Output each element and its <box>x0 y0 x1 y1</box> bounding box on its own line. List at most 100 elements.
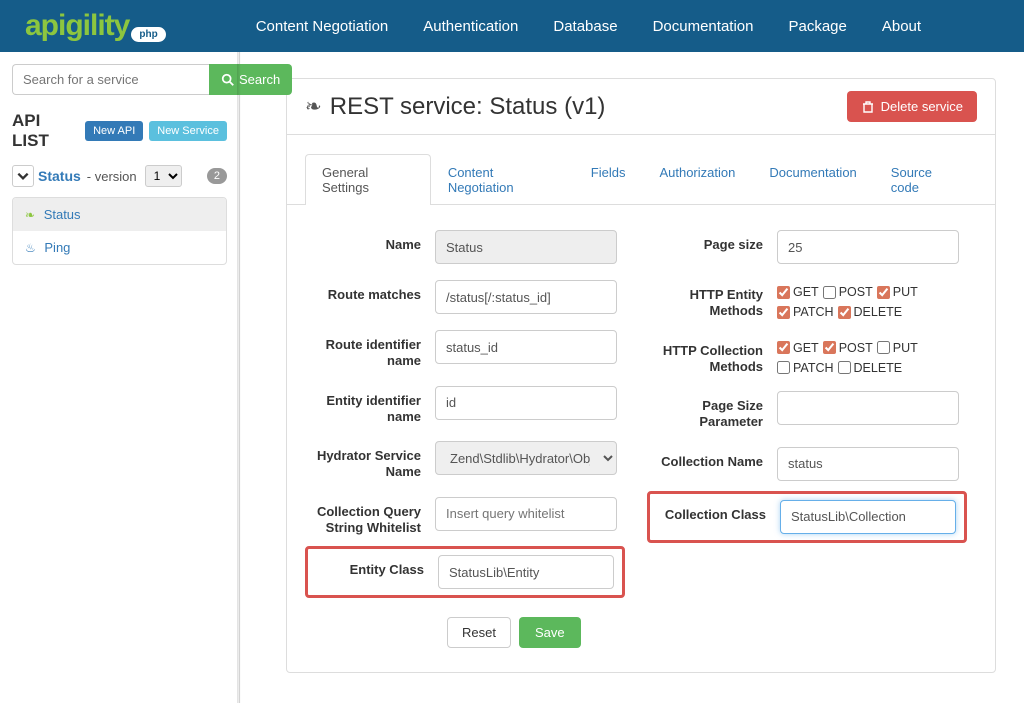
entity-identifier-label: Entity identifier name <box>305 386 435 426</box>
collection-class-label: Collection Class <box>650 500 780 523</box>
query-whitelist-input[interactable] <box>435 497 617 531</box>
page-size-input[interactable] <box>777 230 959 264</box>
delete-button-label: Delete service <box>881 99 963 114</box>
collection-class-input[interactable] <box>780 500 956 534</box>
sidebar: Search API LIST New API New Service Stat… <box>0 52 240 703</box>
checkbox-text: PUT <box>893 341 918 355</box>
leaf-icon: ❧ <box>305 94 322 119</box>
collection-delete-checkbox-label[interactable]: DELETE <box>838 361 903 375</box>
checkbox-text: PATCH <box>793 361 834 375</box>
search-button[interactable]: Search <box>209 64 292 95</box>
version-label: - version <box>87 169 137 184</box>
tab-documentation[interactable]: Documentation <box>752 154 873 205</box>
tab-content-negotiation[interactable]: Content Negotiation <box>431 154 574 205</box>
version-select[interactable]: 1 <box>145 165 182 187</box>
sidebar-item-ping[interactable]: ♨ Ping <box>13 231 226 264</box>
checkbox-text: GET <box>793 341 819 355</box>
entity-methods-label: HTTP Entity Methods <box>647 280 777 320</box>
route-matches-label: Route matches <box>305 280 435 303</box>
nav-package[interactable]: Package <box>788 18 846 35</box>
collection-post-checkbox[interactable] <box>823 341 836 354</box>
collection-get-checkbox[interactable] <box>777 341 790 354</box>
logo-text: apigility <box>25 9 129 43</box>
route-identifier-label: Route identifier name <box>305 330 435 370</box>
api-collapse-toggle[interactable] <box>12 165 34 187</box>
checkbox-text: POST <box>839 341 873 355</box>
route-identifier-input[interactable] <box>435 330 617 364</box>
nav-content-negotiation[interactable]: Content Negotiation <box>256 18 389 35</box>
delete-service-button[interactable]: Delete service <box>847 91 977 122</box>
nav-database[interactable]: Database <box>553 18 617 35</box>
search-input[interactable] <box>12 64 209 95</box>
entity-put-checkbox-label[interactable]: PUT <box>877 285 918 299</box>
collection-delete-checkbox[interactable] <box>838 361 851 374</box>
entity-delete-checkbox[interactable] <box>838 306 851 319</box>
collection-patch-checkbox-label[interactable]: PATCH <box>777 361 834 375</box>
collection-methods-group: GET POST PUT PATCH DELETE <box>777 336 959 375</box>
name-input <box>435 230 617 264</box>
route-matches-input[interactable] <box>435 280 617 314</box>
search-icon <box>221 73 235 87</box>
service-link-label[interactable]: Ping <box>44 240 70 255</box>
form-left-column: Name Route matches Route identifier name… <box>305 230 617 592</box>
collection-patch-checkbox[interactable] <box>777 361 790 374</box>
page-title: REST service: Status (v1) <box>330 93 847 121</box>
collection-methods-label: HTTP Collection Methods <box>647 336 777 376</box>
service-link-label[interactable]: Status <box>44 207 81 222</box>
top-navbar: apigility php Content Negotiation Authen… <box>0 0 1024 52</box>
form-right-column: Page size HTTP Entity Methods GETPOSTPUT… <box>647 230 959 592</box>
hydrator-label: Hydrator Service Name <box>305 441 435 481</box>
api-name-link[interactable]: Status <box>38 168 81 184</box>
main-content: ❧ REST service: Status (v1) Delete servi… <box>240 52 1024 703</box>
entity-post-checkbox-label[interactable]: POST <box>823 285 873 299</box>
logo-pill: php <box>131 27 165 42</box>
entity-patch-checkbox-label[interactable]: PATCH <box>777 305 834 319</box>
entity-post-checkbox[interactable] <box>823 286 836 299</box>
entity-class-label: Entity Class <box>308 555 438 578</box>
new-api-button[interactable]: New API <box>85 121 143 141</box>
entity-get-checkbox[interactable] <box>777 286 790 299</box>
collection-name-label: Collection Name <box>647 447 777 470</box>
collection-get-checkbox-label[interactable]: GET <box>777 341 819 355</box>
page-size-param-input[interactable] <box>777 391 959 425</box>
tab-authorization[interactable]: Authorization <box>642 154 752 205</box>
tabs: General Settings Content Negotiation Fie… <box>287 135 995 205</box>
collection-post-checkbox-label[interactable]: POST <box>823 341 873 355</box>
nav-authentication[interactable]: Authentication <box>423 18 518 35</box>
service-list: ❧ Status ♨ Ping <box>12 197 227 265</box>
entity-delete-checkbox-label[interactable]: DELETE <box>838 305 903 319</box>
entity-class-input[interactable] <box>438 555 614 589</box>
save-button[interactable]: Save <box>519 617 581 648</box>
reset-button[interactable]: Reset <box>447 617 511 648</box>
leaf-icon: ❧ <box>25 208 35 222</box>
service-panel: ❧ REST service: Status (v1) Delete servi… <box>286 78 996 673</box>
entity-put-checkbox[interactable] <box>877 286 890 299</box>
collection-name-input[interactable] <box>777 447 959 481</box>
hydrator-select[interactable]: Zend\Stdlib\Hydrator\ObjectProperty <box>435 441 617 475</box>
nav-about[interactable]: About <box>882 18 921 35</box>
checkbox-text: POST <box>839 285 873 299</box>
tab-fields[interactable]: Fields <box>574 154 643 205</box>
tab-general-settings[interactable]: General Settings <box>305 154 431 205</box>
main-nav: Content Negotiation Authentication Datab… <box>256 18 921 35</box>
page-size-param-label: Page Size Parameter <box>647 391 777 431</box>
api-list-title: API LIST <box>12 111 79 151</box>
entity-patch-checkbox[interactable] <box>777 306 790 319</box>
collection-put-checkbox[interactable] <box>877 341 890 354</box>
name-label: Name <box>305 230 435 253</box>
new-service-button[interactable]: New Service <box>149 121 227 141</box>
entity-methods-group: GET POST PUT PATCH DELETE <box>777 280 959 319</box>
chevron-down-icon <box>16 169 30 183</box>
logo[interactable]: apigility php <box>25 9 166 43</box>
checkbox-text: PUT <box>893 285 918 299</box>
tab-source-code[interactable]: Source code <box>874 154 977 205</box>
entity-get-checkbox-label[interactable]: GET <box>777 285 819 299</box>
checkbox-text: DELETE <box>854 305 903 319</box>
trash-icon <box>861 100 875 114</box>
fire-icon: ♨ <box>25 241 36 255</box>
checkbox-text: GET <box>793 285 819 299</box>
collection-put-checkbox-label[interactable]: PUT <box>877 341 918 355</box>
sidebar-item-status[interactable]: ❧ Status <box>13 198 226 231</box>
entity-identifier-input[interactable] <box>435 386 617 420</box>
nav-documentation[interactable]: Documentation <box>653 18 754 35</box>
